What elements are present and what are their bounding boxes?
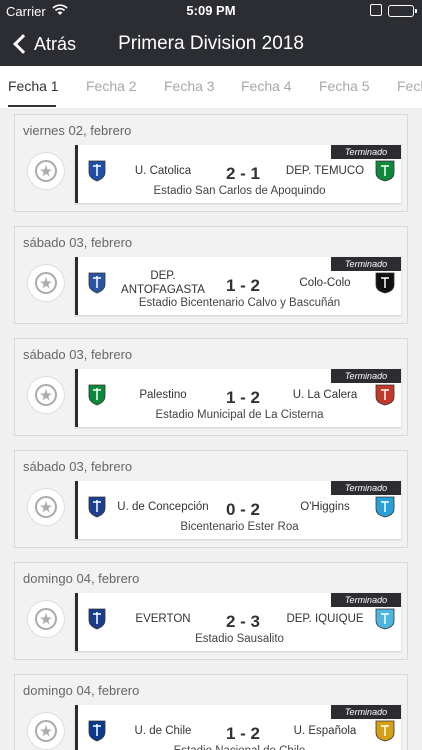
match-box[interactable]: Terminado Palestino 1 - 2 U. La Calera E… — [75, 369, 401, 427]
match-score: 1 - 2 — [225, 724, 261, 743]
away-team-crest-icon — [375, 384, 395, 406]
away-team-name: DEP. TEMUCO — [285, 165, 365, 177]
home-team-name: DEP. ANTOFAGASTA — [121, 270, 205, 296]
league-logo-icon — [27, 152, 65, 190]
home-team-crest-icon — [88, 720, 106, 742]
page-title: Primera Division 2018 — [118, 33, 304, 54]
match-score: 1 - 2 — [225, 276, 261, 295]
home-team-crest-icon — [88, 608, 106, 630]
tab-fecha-3[interactable]: Fecha 3 — [164, 78, 215, 94]
league-logo-icon — [27, 712, 65, 750]
match-date: domingo 04, febrero — [23, 571, 140, 586]
match-box[interactable]: Terminado U. Catolica 2 - 1 DEP. TEMUCO … — [75, 145, 401, 203]
battery-icon — [388, 5, 417, 17]
match-box[interactable]: Terminado U. de Chile 1 - 2 U. Española … — [75, 705, 401, 750]
away-team-name: Colo-Colo — [299, 277, 351, 289]
league-logo-icon — [27, 488, 65, 526]
match-box[interactable]: Terminado DEP. ANTOFAGASTA 1 - 2 Colo-Co… — [75, 257, 401, 315]
stadium-name: Estadio Bicentenario Calvo y Bascuñán — [138, 297, 341, 309]
home-team-crest-icon — [88, 384, 106, 406]
away-team-crest-icon — [375, 608, 395, 630]
away-team-crest-icon — [375, 272, 395, 294]
match-date: sábado 03, febrero — [23, 459, 133, 474]
clock: 5:09 PM — [186, 3, 236, 18]
match-score: 2 - 3 — [225, 612, 261, 631]
league-logo-icon — [27, 264, 65, 302]
stadium-name: Estadio Nacional de Chile — [78, 745, 401, 750]
home-team-name: U. de Concepción — [117, 501, 209, 513]
home-team-name: U. de Chile — [134, 725, 192, 737]
home-team-name: Palestino — [139, 389, 187, 401]
match-card[interactable]: sábado 03, febrero Terminado Palestino 1… — [14, 338, 408, 436]
match-date: domingo 04, febrero — [23, 683, 140, 698]
tab-fecha-4[interactable]: Fecha 4 — [241, 78, 292, 94]
tab-fecha-1[interactable]: Fecha 1 — [8, 78, 59, 94]
away-team-crest-icon — [375, 720, 395, 742]
match-box[interactable]: Terminado U. de Concepción 0 - 2 O'Higgi… — [75, 481, 401, 539]
match-box[interactable]: Terminado EVERTON 2 - 3 DEP. IQUIQUE Est… — [75, 593, 401, 651]
status-bar: Carrier 5:09 PM — [0, 0, 422, 22]
stadium-name: Estadio Municipal de La Cisterna — [155, 409, 324, 421]
match-score: 1 - 2 — [225, 388, 261, 407]
tab-fecha-2[interactable]: Fecha 2 — [86, 78, 137, 94]
stadium-name: Estadio San Carlos de Apoquindo — [153, 185, 326, 197]
match-score: 2 - 1 — [225, 164, 261, 183]
match-card[interactable]: sábado 03, febrero Terminado DEP. ANTOFA… — [14, 226, 408, 324]
match-score: 0 - 2 — [225, 500, 261, 519]
match-card[interactable]: domingo 04, febrero Terminado EVERTON 2 … — [14, 562, 408, 660]
away-team-name: O'Higgins — [300, 501, 350, 513]
away-team-name: U. La Calera — [292, 389, 358, 401]
away-team-crest-icon — [375, 160, 395, 182]
away-team-name: DEP. IQUIQUE — [286, 613, 364, 625]
screen-lock-icon — [370, 4, 382, 16]
chevron-left-icon — [13, 34, 33, 54]
match-date: sábado 03, febrero — [23, 347, 133, 362]
tab-fecha-6[interactable]: Fech — [397, 78, 422, 94]
tab-fecha-5[interactable]: Fecha 5 — [319, 78, 370, 94]
match-date: sábado 03, febrero — [23, 235, 133, 250]
round-tabs: Fecha 1 Fecha 2 Fecha 3 Fecha 4 Fecha 5 … — [0, 66, 422, 108]
stadium-name: Estadio Sausalito — [195, 633, 284, 645]
away-team-crest-icon — [375, 496, 395, 518]
match-date: viernes 02, febrero — [23, 123, 132, 138]
league-logo-icon — [27, 600, 65, 638]
match-card[interactable]: sábado 03, febrero Terminado U. de Conce… — [14, 450, 408, 548]
home-team-crest-icon — [88, 272, 106, 294]
league-logo-icon — [27, 376, 65, 414]
stadium-name: Bicentenario Ester Roa — [180, 521, 299, 533]
home-team-name: U. Catolica — [134, 165, 192, 177]
away-team-name: U. Española — [293, 725, 357, 737]
home-team-crest-icon — [88, 160, 106, 182]
match-card[interactable]: domingo 04, febrero Terminado U. de Chil… — [14, 674, 408, 750]
active-tab-indicator — [8, 105, 56, 107]
home-team-name: EVERTON — [135, 613, 191, 625]
match-card[interactable]: viernes 02, febrero Terminado U. Catolic… — [14, 114, 408, 212]
home-team-crest-icon — [88, 496, 106, 518]
navigation-bar: Atrás Primera Division 2018 — [0, 22, 422, 66]
match-list[interactable]: viernes 02, febrero Terminado U. Catolic… — [0, 108, 422, 750]
